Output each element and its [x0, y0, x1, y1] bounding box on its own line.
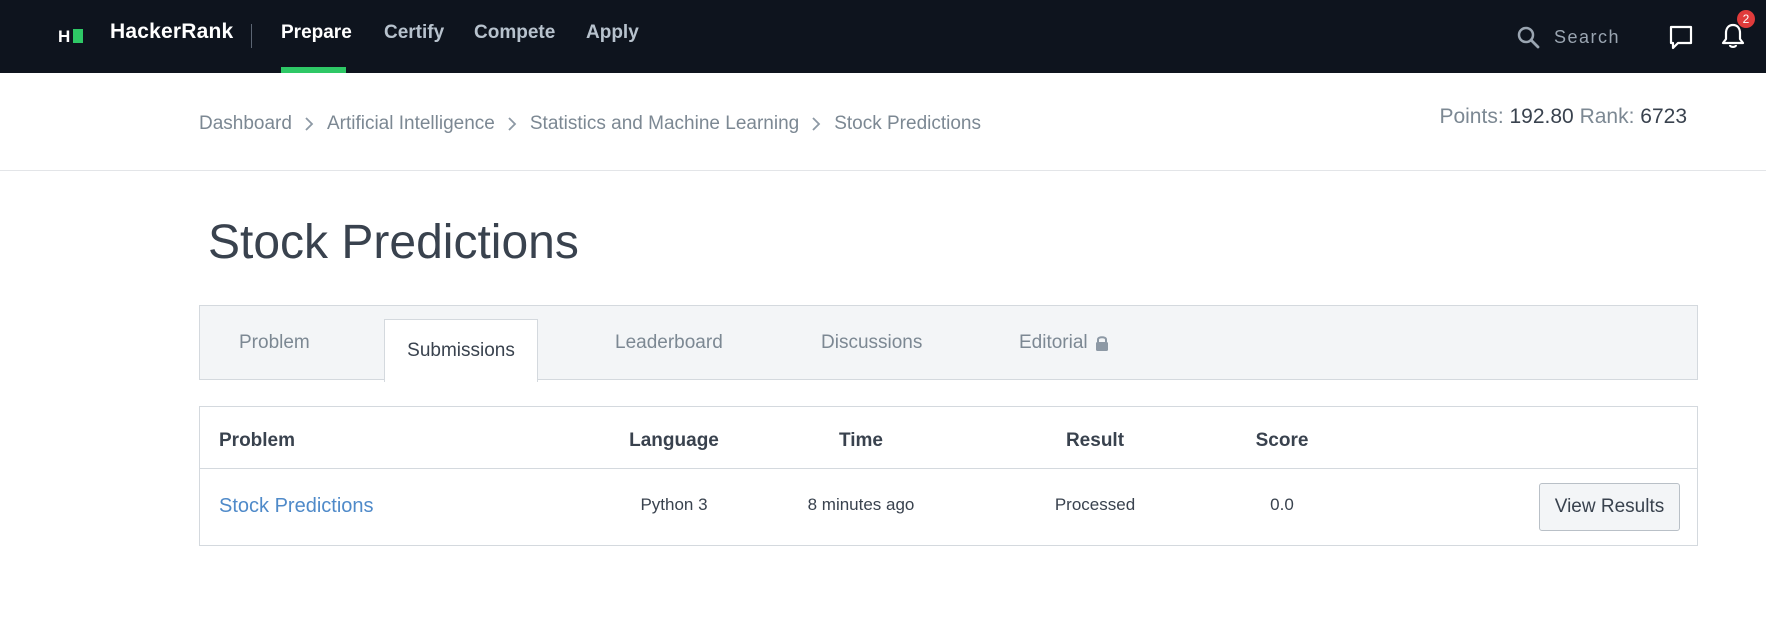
- search-icon[interactable]: [1516, 25, 1540, 49]
- logo-icon: H: [58, 26, 84, 46]
- nav-prepare[interactable]: Prepare: [281, 22, 352, 44]
- tab-discussions[interactable]: Discussions: [821, 306, 922, 380]
- tab-problem[interactable]: Problem: [239, 306, 310, 380]
- breadcrumb-statistics-ml[interactable]: Statistics and Machine Learning: [530, 113, 799, 135]
- breadcrumb-current: Stock Predictions: [834, 113, 981, 134]
- challenge-tabs: Problem Submissions Leaderboard Discussi…: [199, 305, 1698, 382]
- logo-letter: H: [58, 26, 71, 46]
- chevron-right-icon: [305, 117, 314, 131]
- column-header-problem: Problem: [219, 430, 296, 451]
- nav-divider: [251, 24, 252, 48]
- breadcrumb-artificial-intelligence[interactable]: Artificial Intelligence: [327, 113, 495, 135]
- tab-leaderboard[interactable]: Leaderboard: [615, 306, 723, 380]
- rank-label: Rank:: [1579, 105, 1635, 128]
- rank-value: 6723: [1640, 105, 1687, 128]
- breadcrumb-dashboard[interactable]: Dashboard: [199, 113, 292, 135]
- submissions-table: Problem Language Time Result Score Stock…: [199, 406, 1698, 546]
- chevron-right-icon: [508, 117, 517, 131]
- tab-editorial[interactable]: Editorial: [1019, 306, 1110, 380]
- breadcrumb-bar: Dashboard Artificial Intelligence Statis…: [0, 73, 1766, 171]
- messages-icon[interactable]: [1668, 24, 1694, 50]
- search-input[interactable]: [1554, 26, 1654, 48]
- hackerrank-logo[interactable]: H: [58, 24, 84, 48]
- column-header-result: Result: [1065, 430, 1125, 451]
- chevron-right-icon: [812, 117, 821, 131]
- column-header-score: Score: [1255, 430, 1309, 451]
- brand-name[interactable]: HackerRank: [110, 20, 233, 44]
- breadcrumb: Dashboard Artificial Intelligence Statis…: [199, 113, 981, 135]
- view-results-button[interactable]: View Results: [1539, 483, 1680, 531]
- nav-compete[interactable]: Compete: [474, 22, 555, 44]
- submission-language: Python 3: [640, 495, 708, 514]
- nav-certify[interactable]: Certify: [384, 22, 444, 44]
- tab-editorial-label: Editorial: [1019, 332, 1088, 353]
- column-header-time: Time: [838, 430, 884, 451]
- notification-badge: 2: [1737, 10, 1755, 28]
- page-title: Stock Predictions: [208, 216, 579, 269]
- top-navbar: H HackerRank Prepare Certify Compete App…: [0, 0, 1766, 73]
- column-header-language: Language: [629, 430, 719, 451]
- submission-result: Processed: [1054, 495, 1136, 514]
- tab-submissions[interactable]: Submissions: [384, 319, 538, 382]
- table-header: Problem Language Time Result Score: [200, 407, 1697, 469]
- points-label: Points:: [1439, 105, 1504, 128]
- lock-icon: [1095, 336, 1108, 351]
- user-stats: Points: 192.80 Rank: 6723: [1439, 105, 1687, 129]
- submission-time: 8 minutes ago: [807, 495, 915, 514]
- logo-square: [73, 29, 84, 43]
- points-value: 192.80: [1509, 105, 1574, 128]
- submission-score: 0.0: [1270, 495, 1294, 514]
- search-box[interactable]: [1516, 24, 1654, 50]
- nav-apply[interactable]: Apply: [586, 22, 639, 44]
- submission-problem-link[interactable]: Stock Predictions: [219, 495, 374, 518]
